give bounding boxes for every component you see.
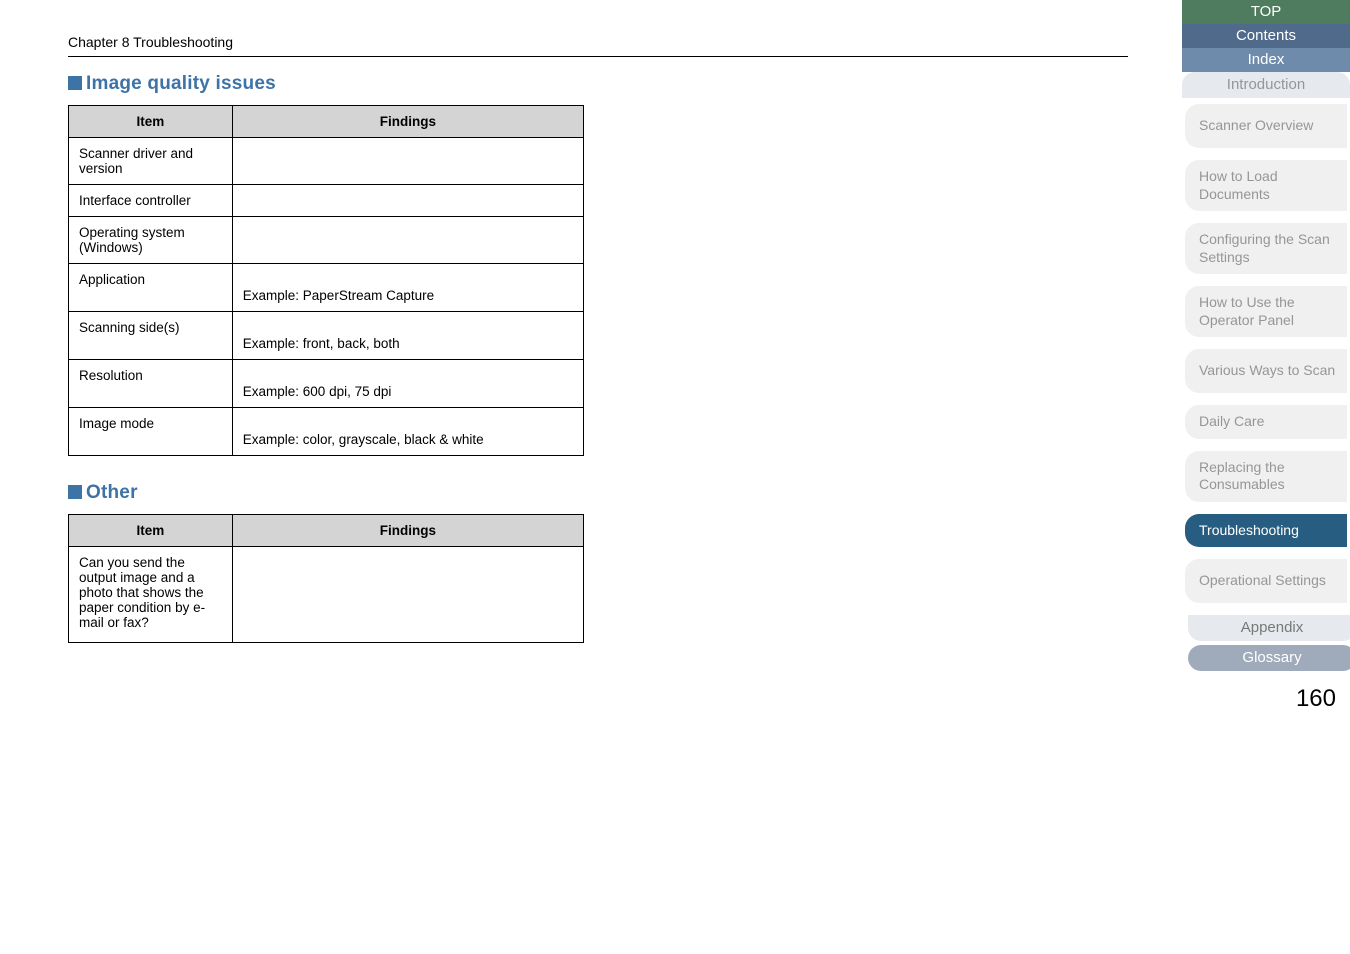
cell-findings — [232, 547, 583, 643]
col-header-item: Item — [69, 106, 233, 138]
nav-troubleshooting[interactable]: Troubleshooting — [1185, 514, 1347, 548]
chapter-heading: Chapter 8 Troubleshooting — [68, 34, 1138, 50]
cell-item: Can you send the output image and a phot… — [69, 547, 233, 643]
table-row: ResolutionExample: 600 dpi, 75 dpi — [69, 360, 584, 408]
nav-appendix[interactable]: Appendix — [1188, 615, 1350, 641]
divider — [68, 56, 1128, 57]
nav-how-to-use-operator-panel[interactable]: How to Use the Operator Panel — [1185, 286, 1347, 337]
cell-findings: Example: color, grayscale, black & white — [232, 408, 583, 456]
nav-various-ways-to-scan[interactable]: Various Ways to Scan — [1185, 349, 1347, 393]
cell-findings — [232, 217, 583, 264]
table-row: Image modeExample: color, grayscale, bla… — [69, 408, 584, 456]
nav-chapters: Scanner Overview How to Load Documents C… — [1182, 104, 1350, 603]
cell-item: Scanner driver and version — [69, 138, 233, 185]
table-row: Scanner driver and version — [69, 138, 584, 185]
cell-findings: Example: front, back, both — [232, 312, 583, 360]
cell-item: Image mode — [69, 408, 233, 456]
nav-daily-care[interactable]: Daily Care — [1185, 405, 1347, 439]
nav-top[interactable]: TOP — [1182, 0, 1350, 24]
cell-findings: Example: PaperStream Capture — [232, 264, 583, 312]
section-title: Other — [86, 482, 138, 503]
table-row: Interface controller — [69, 185, 584, 217]
cell-item: Interface controller — [69, 185, 233, 217]
col-header-item: Item — [69, 515, 233, 547]
table-header-row: Item Findings — [69, 106, 584, 138]
table-row: Scanning side(s)Example: front, back, bo… — [69, 312, 584, 360]
square-bullet-icon — [68, 76, 82, 90]
nav-contents[interactable]: Contents — [1182, 24, 1350, 48]
table-header-row: Item Findings — [69, 515, 584, 547]
nav-scanner-overview[interactable]: Scanner Overview — [1185, 104, 1347, 148]
nav-replacing-consumables[interactable]: Replacing the Consumables — [1185, 451, 1347, 502]
cell-item: Resolution — [69, 360, 233, 408]
section-image-quality: Image quality issues — [68, 73, 1138, 95]
image-quality-table: Item Findings Scanner driver and version… — [68, 105, 584, 456]
other-table: Item Findings Can you send the output im… — [68, 514, 584, 643]
col-header-findings: Findings — [232, 106, 583, 138]
page-number: 160 — [1182, 685, 1350, 713]
nav-introduction[interactable]: Introduction — [1182, 72, 1350, 98]
section-other: Other — [68, 482, 1138, 504]
cell-item: Scanning side(s) — [69, 312, 233, 360]
cell-findings: Example: 600 dpi, 75 dpi — [232, 360, 583, 408]
table-row: Operating system (Windows) — [69, 217, 584, 264]
table-row: ApplicationExample: PaperStream Capture — [69, 264, 584, 312]
col-header-findings: Findings — [232, 515, 583, 547]
table-row: Can you send the output image and a phot… — [69, 547, 584, 643]
section-title: Image quality issues — [86, 73, 276, 94]
nav-configuring-scan-settings[interactable]: Configuring the Scan Settings — [1185, 223, 1347, 274]
cell-findings — [232, 138, 583, 185]
nav-how-to-load-documents[interactable]: How to Load Documents — [1185, 160, 1347, 211]
cell-item: Operating system (Windows) — [69, 217, 233, 264]
nav-index[interactable]: Index — [1182, 48, 1350, 72]
nav-operational-settings[interactable]: Operational Settings — [1185, 559, 1347, 603]
sidebar: TOP Contents Index Introduction Scanner … — [1182, 0, 1350, 954]
nav-glossary[interactable]: Glossary — [1188, 645, 1350, 671]
square-bullet-icon — [68, 485, 82, 499]
cell-findings — [232, 185, 583, 217]
cell-item: Application — [69, 264, 233, 312]
